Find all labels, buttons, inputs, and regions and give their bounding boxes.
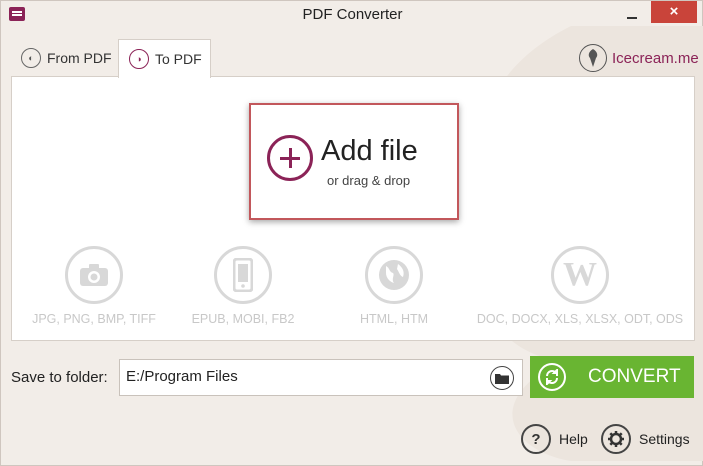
tab-to-pdf-label: To PDF (155, 51, 202, 67)
title-bar: PDF Converter × (1, 1, 703, 29)
settings-label: Settings (639, 431, 690, 447)
format-html-label: HTML, HTM (359, 312, 429, 326)
format-images-label: JPG, PNG, BMP, TIFF (32, 312, 156, 326)
format-office: W DOC, DOCX, XLS, XLSX, ODT, ODS (469, 246, 691, 326)
tab-to-pdf[interactable]: ◑ To PDF (118, 39, 211, 78)
save-folder-label: Save to folder: (11, 369, 108, 386)
from-pdf-icon: ◐ (21, 48, 41, 68)
convert-button[interactable]: CONVERT (530, 356, 694, 398)
word-icon: W (551, 246, 609, 304)
convert-label: CONVERT (588, 366, 681, 387)
add-file-title: Add file (321, 135, 418, 167)
phone-icon (214, 246, 272, 304)
save-folder-field (119, 359, 523, 396)
format-ebooks-label: EPUB, MOBI, FB2 (191, 312, 295, 326)
icecream-logo-icon (579, 44, 607, 72)
folder-icon (495, 373, 509, 384)
camera-icon (65, 246, 123, 304)
to-pdf-icon: ◑ (129, 49, 149, 69)
add-file-subtitle: or drag & drop (327, 173, 411, 188)
window-title: PDF Converter (302, 6, 403, 23)
save-folder-input[interactable] (126, 368, 486, 385)
format-images: JPG, PNG, BMP, TIFF (29, 246, 159, 326)
icecream-link[interactable]: Icecream.me (579, 43, 699, 73)
gear-icon (601, 424, 631, 454)
question-icon: ? (521, 424, 551, 454)
close-button[interactable]: × (651, 1, 697, 23)
tab-from-pdf[interactable]: ◐ From PDF (11, 39, 117, 77)
brand-label: Icecream.me (612, 49, 699, 67)
tab-from-pdf-label: From PDF (47, 50, 112, 66)
app-window: PDF Converter × ◐ From PDF ◑ To PDF Icec… (0, 0, 703, 466)
settings-button[interactable]: Settings (601, 424, 690, 454)
plus-icon (267, 135, 313, 181)
browse-folder-button[interactable] (490, 366, 514, 390)
globe-icon (365, 246, 423, 304)
minimize-button[interactable] (621, 5, 643, 23)
format-office-label: DOC, DOCX, XLS, XLSX, ODT, ODS (476, 312, 684, 326)
add-file-button[interactable]: Add file or drag & drop (249, 103, 459, 220)
format-html: HTML, HTM (349, 246, 439, 326)
format-ebooks: EPUB, MOBI, FB2 (183, 246, 303, 326)
refresh-icon (538, 363, 566, 391)
help-button[interactable]: ? Help (521, 424, 588, 454)
help-label: Help (559, 431, 588, 447)
